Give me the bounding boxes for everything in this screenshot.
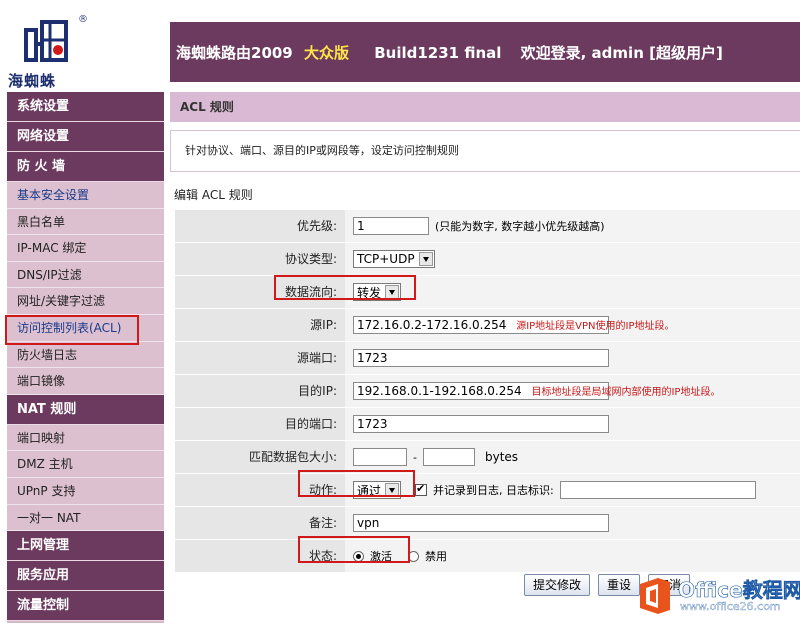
row-direction: 数据流向: 转发: [175, 276, 800, 309]
row-remark: 备注: vpn: [175, 507, 800, 540]
logo-text: 海蜘蛛: [8, 72, 57, 90]
build-label: Build1231 final: [374, 44, 502, 62]
sidebar-item-one-to-one-nat[interactable]: 一对一 NAT: [7, 504, 164, 532]
protocol-label: 协议类型:: [175, 243, 345, 275]
packet-size-unit: bytes: [484, 450, 519, 464]
edition-label: 大众版: [303, 44, 349, 62]
main-content: ACL 规则 针对协议、端口、源目的IP或网段等，设定访问控制规则 编辑 ACL…: [170, 92, 800, 623]
dst-ip-note: 目标地址段是局域网内部使用的IP地址段。: [531, 387, 721, 398]
dst-port-input[interactable]: 1723: [353, 415, 609, 433]
acl-form: 优先级: 1 (只能为数字, 数字越小优先级越高) 协议类型: TCP+UDP …: [175, 210, 800, 573]
row-dst-port: 目的端口: 1723: [175, 408, 800, 441]
src-port-input[interactable]: 1723: [353, 349, 609, 367]
watermark-url: www.office26.com: [680, 600, 781, 613]
reset-button[interactable]: 重设: [598, 574, 641, 596]
nav-section-nat[interactable]: NAT 规则: [7, 394, 164, 425]
priority-hint: (只能为数字, 数字越小优先级越高): [435, 220, 605, 233]
chevron-down-icon[interactable]: [418, 252, 433, 266]
sidebar-item-url-filter[interactable]: 网址/关键字过滤: [7, 288, 164, 315]
sidebar-item-firewall-log[interactable]: 防火墙日志: [7, 341, 164, 369]
nav-section-services[interactable]: 服务应用: [7, 561, 164, 592]
row-dst-ip: 目的IP: 192.168.0.1-192.168.0.254 目标地址段是局域…: [175, 375, 800, 408]
sidebar-item-dmz[interactable]: DMZ 主机: [7, 451, 164, 478]
src-ip-note: 源IP地址段是VPN使用的IP地址段。: [516, 321, 675, 332]
sidebar-item-upnp[interactable]: UPnP 支持: [7, 477, 164, 505]
welcome-text: 欢迎登录, admin [超级用户]: [520, 44, 723, 62]
edit-title: 编辑 ACL 规则: [174, 188, 253, 202]
src-ip-value: 172.16.0.2-172.16.0.254: [357, 318, 507, 332]
remark-label: 备注:: [175, 507, 345, 539]
row-status: 状态: 激活 禁用: [175, 540, 800, 573]
packet-size-dash: -: [413, 450, 417, 464]
page-description: 针对协议、端口、源目的IP或网段等，设定访问控制规则: [170, 130, 800, 172]
sidebar-item-acl[interactable]: 访问控制列表(ACL): [5, 314, 164, 345]
spider-logo-icon: [24, 20, 68, 62]
office-logo-icon: [640, 578, 670, 614]
highlight-status: [298, 536, 410, 563]
packet-size-min-input[interactable]: [353, 448, 407, 466]
row-action: 动作: 通过 并记录到日志, 日志标识:: [175, 474, 800, 507]
protocol-select[interactable]: TCP+UDP: [353, 250, 435, 268]
page-title: ACL 规则: [170, 92, 800, 122]
protocol-value: TCP+UDP: [357, 252, 415, 266]
sidebar-item-port-mirror[interactable]: 端口镜像: [7, 368, 164, 395]
nav-section-traffic[interactable]: 流量控制: [7, 591, 164, 622]
watermark: Office教程网 www.office26.com: [636, 572, 800, 623]
dst-ip-input[interactable]: 192.168.0.1-192.168.0.254 目标地址段是局域网内部使用的…: [353, 382, 720, 400]
sidebar-item-ip-mac[interactable]: IP-MAC 绑定: [7, 235, 164, 262]
registered-mark: ®: [78, 14, 88, 25]
priority-input[interactable]: 1: [353, 217, 429, 235]
src-ip-input[interactable]: 172.16.0.2-172.16.0.254 源IP地址段是VPN使用的IP地…: [353, 316, 675, 334]
dst-ip-label: 目的IP:: [175, 375, 345, 407]
nav-section-internet-mgmt[interactable]: 上网管理: [7, 531, 164, 562]
sidebar-item-dns-ip-filter[interactable]: DNS/IP过滤: [7, 261, 164, 289]
row-src-port: 源端口: 1723: [175, 342, 800, 375]
sidebar-item-basic-security[interactable]: 基本安全设置: [7, 182, 164, 209]
packet-size-label: 匹配数据包大小:: [175, 441, 345, 473]
src-ip-label: 源IP:: [175, 309, 345, 341]
highlight-direction: [274, 275, 416, 300]
row-src-ip: 源IP: 172.16.0.2-172.16.0.254 源IP地址段是VPN使…: [175, 309, 800, 342]
nav-section-system[interactable]: 系统设置: [7, 92, 164, 122]
remark-input[interactable]: vpn: [353, 514, 609, 532]
product-name: 海蜘蛛路由2009: [176, 44, 293, 62]
log-tag-input[interactable]: [559, 481, 756, 499]
nav-section-network[interactable]: 网络设置: [7, 122, 164, 152]
log-checkbox[interactable]: [415, 482, 428, 496]
header-bar: 海蜘蛛路由2009 大众版 Build1231 final 欢迎登录, admi…: [170, 22, 800, 82]
highlight-action: [298, 470, 415, 497]
nav-section-firewall[interactable]: 防 火 墙: [7, 152, 164, 182]
sidebar-item-blacklist[interactable]: 黑白名单: [7, 208, 164, 236]
brand-logo: ® 海蜘蛛: [0, 0, 170, 92]
row-protocol: 协议类型: TCP+UDP: [175, 243, 800, 276]
log-label: 并记录到日志, 日志标识:: [433, 484, 554, 497]
packet-size-max-input[interactable]: [422, 448, 475, 466]
row-priority: 优先级: 1 (只能为数字, 数字越小优先级越高): [175, 210, 800, 243]
dst-port-label: 目的端口:: [175, 408, 345, 440]
sidebar-item-port-mapping[interactable]: 端口映射: [7, 424, 164, 452]
row-packet-size: 匹配数据包大小: - bytes: [175, 441, 800, 474]
watermark-text: Office教程网: [678, 578, 800, 603]
sidebar: 系统设置 网络设置 防 火 墙 基本安全设置 黑白名单 IP-MAC 绑定 DN…: [5, 92, 164, 623]
priority-label: 优先级:: [175, 210, 345, 242]
submit-button[interactable]: 提交修改: [524, 574, 591, 596]
status-disabled-label: 禁用: [425, 550, 447, 563]
src-port-label: 源端口:: [175, 342, 345, 374]
dst-ip-value: 192.168.0.1-192.168.0.254: [357, 384, 522, 398]
